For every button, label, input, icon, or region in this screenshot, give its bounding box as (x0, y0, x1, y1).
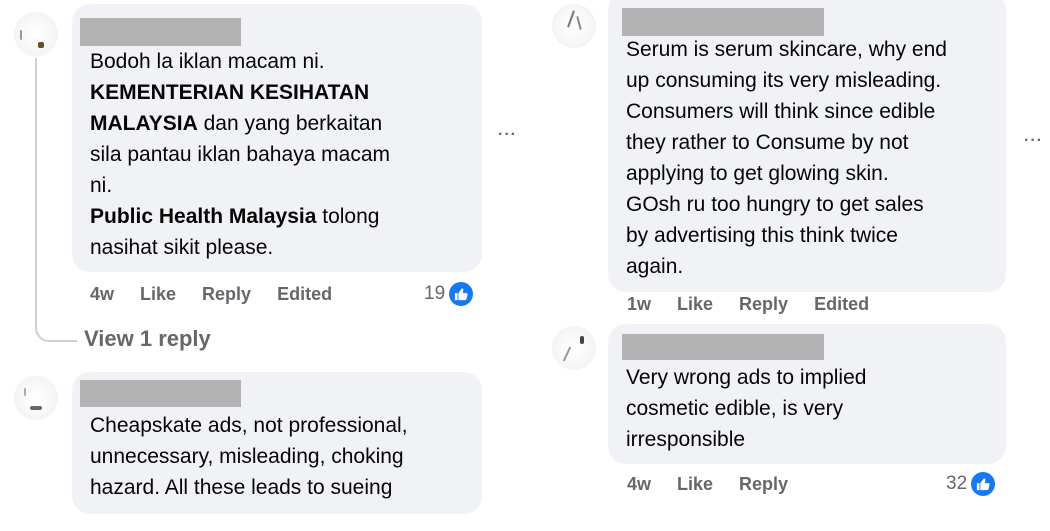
reply-button[interactable]: Reply (202, 284, 251, 305)
edited-label: Edited (277, 284, 333, 304)
reaction-number: 32 (946, 473, 968, 494)
comment-text-span: GOsh ru too hungry to get sales (626, 193, 924, 216)
comment-line: applying to get glowing skin. (626, 158, 1004, 189)
comment-line: unnecessary, misleading, choking (90, 441, 480, 472)
avatar[interactable] (14, 12, 58, 56)
comment-line: Bodoh la iklan macam ni. (90, 46, 480, 77)
reaction-number: 19 (424, 283, 446, 304)
comment-paragraph: Cheapskate ads, not professional, unneces… (90, 410, 480, 503)
comment-text-span: again. (626, 255, 684, 278)
comment-text-span: dan yang berkaitan (197, 112, 383, 135)
comment-paragraph: Bodoh la iklan macam ni. KEMENTERIAN KESI… (90, 46, 480, 201)
comment-text-span: sila pantau iklan bahaya macam (90, 143, 391, 166)
comment-line: again. (626, 251, 1004, 282)
comment-timestamp[interactable]: 4w (90, 284, 114, 305)
reply-button[interactable]: Reply (739, 474, 788, 495)
avatar[interactable] (552, 4, 596, 48)
view-replies-link[interactable]: View 1 reply (84, 326, 211, 352)
comment-line: up consuming its very misleading. (626, 65, 1004, 96)
comment-text-span: Serum is serum skincare, why end (626, 38, 947, 61)
comment-line: Serum is serum skincare, why end (626, 34, 1004, 65)
thumbs-up-icon (971, 472, 996, 496)
comment-line: sila pantau iklan bahaya macam (90, 139, 480, 170)
avatar[interactable] (14, 376, 58, 420)
avatar[interactable] (552, 326, 596, 370)
comment-text-span: they rather to Consume by not (626, 131, 909, 154)
redacted-author-name[interactable] (80, 380, 241, 407)
edited-label: Edited (814, 294, 870, 314)
comment-line: GOsh ru too hungry to get sales (626, 189, 1004, 220)
comment-bubble: Cheapskate ads, not professional, unneces… (72, 372, 482, 514)
more-options-icon[interactable]: ··· (498, 126, 517, 144)
comment-line: irresponsible (626, 424, 1004, 455)
more-options-icon[interactable]: ··· (1024, 132, 1043, 150)
like-button[interactable]: Like (677, 294, 713, 315)
comment-line: cosmetic edible, is very (626, 393, 1004, 424)
comment-actions: 4w Like Reply (627, 474, 788, 495)
tagged-page-name[interactable]: Public Health Malaysia (90, 205, 316, 228)
comment-bubble: Very wrong ads to implied cosmetic edible… (608, 324, 1006, 464)
tagged-page-name[interactable]: KEMENTERIAN KESIHATAN (90, 81, 369, 104)
redacted-author-name[interactable] (80, 18, 241, 46)
comment-line: ni. (90, 170, 480, 201)
reply-thread-line (35, 58, 77, 342)
comment-bubble: Bodoh la iklan macam ni. KEMENTERIAN KESI… (72, 4, 482, 272)
comment-text: Cheapskate ads, not professional, unneces… (90, 410, 480, 503)
comment-text-span: by advertising this think twice (626, 224, 898, 247)
comment-text-span: ni. (90, 174, 113, 197)
thumbs-up-icon (449, 282, 474, 306)
comment-line: hazard. All these leads to sueing (90, 472, 480, 503)
tagged-page-name[interactable]: MALAYSIA (90, 112, 198, 135)
comment-line: MALAYSIA dan yang berkaitan (90, 108, 480, 139)
comment-line: they rather to Consume by not (626, 127, 1004, 158)
comment-line: Very wrong ads to implied (626, 362, 1004, 393)
comment-text-span: tolong (316, 205, 380, 228)
redacted-author-name[interactable] (622, 334, 824, 360)
comment-timestamp[interactable]: 4w (627, 474, 651, 495)
comment-text: Very wrong ads to implied cosmetic edible… (626, 362, 1004, 455)
reply-button[interactable]: Reply (739, 294, 788, 315)
comment-text: Bodoh la iklan macam ni. KEMENTERIAN KESI… (90, 46, 480, 263)
comment-actions: 4w Like Reply Edited (90, 284, 332, 305)
comment-line: Consumers will think since edible (626, 96, 1004, 127)
comment-line: by advertising this think twice (626, 220, 1004, 251)
comment-text-span: hazard. All these leads to sueing (90, 476, 393, 499)
comment-line: Public Health Malaysia tolong (90, 201, 480, 232)
comment-paragraph: Very wrong ads to implied cosmetic edible… (626, 362, 1004, 455)
comment-text-span: applying to get glowing skin. (626, 162, 889, 185)
comment-text-span: up consuming its very misleading. (626, 69, 942, 92)
like-button[interactable]: Like (677, 474, 713, 495)
comment-text-span: cosmetic edible, is very (626, 397, 844, 420)
comment-line: Cheapskate ads, not professional, (90, 410, 480, 441)
comment-text-span: Bodoh la iklan macam ni. (90, 50, 325, 73)
redacted-author-name[interactable] (622, 8, 824, 36)
comment-actions: 1w Like Reply Edited (627, 294, 869, 315)
comment-text-span: Very wrong ads to implied (626, 366, 867, 389)
like-button[interactable]: Like (140, 284, 176, 305)
comment-line: nasihat sikit please. (90, 232, 480, 263)
comment-line: KEMENTERIAN KESIHATAN (90, 77, 480, 108)
reaction-count[interactable]: 19 (424, 282, 474, 306)
reaction-count[interactable]: 32 (946, 472, 996, 496)
comment-text-span: nasihat sikit please. (90, 236, 274, 259)
comment-text-span: Cheapskate ads, not professional, (90, 414, 408, 437)
comment-timestamp[interactable]: 1w (627, 294, 651, 315)
comment-paragraph: Public Health Malaysia tolong nasihat sik… (90, 201, 480, 263)
comment-text-span: Consumers will think since edible (626, 100, 936, 123)
comment-text-span: unnecessary, misleading, choking (90, 445, 404, 468)
comment-text-span: irresponsible (626, 428, 746, 451)
comment-bubble: Serum is serum skincare, why end up consu… (608, 0, 1006, 292)
comment-text: Serum is serum skincare, why end up consu… (626, 34, 1004, 282)
comment-paragraph: Serum is serum skincare, why end up consu… (626, 34, 1004, 282)
